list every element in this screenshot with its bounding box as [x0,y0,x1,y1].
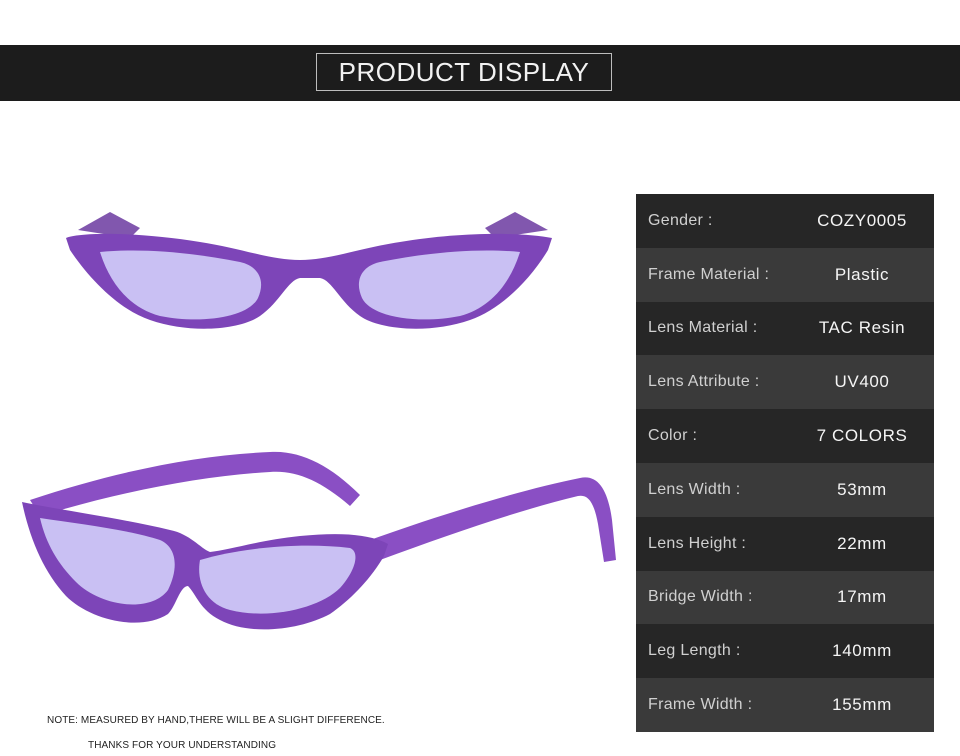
spec-row-color: Color : 7 COLORS [636,409,934,463]
spec-row-frame-width: Frame Width : 155mm [636,678,934,732]
spec-value: 155mm [832,695,892,715]
spec-row-gender: Gender : COZY0005 [636,194,934,248]
spec-label: Lens Width : [648,480,741,498]
measurement-note: NOTE: MEASURED BY HAND,THERE WILL BE A S… [47,715,385,726]
sunglasses-front-view [66,212,552,329]
spec-row-frame-material: Frame Material : Plastic [636,247,934,302]
spec-label: Lens Material : [648,319,758,337]
banner-title-box: PRODUCT DISPLAY [316,53,612,91]
spec-label: Color : [648,427,698,445]
spec-row-bridge-width: Bridge Width : 17mm [636,570,934,625]
spec-label: Leg Length : [648,642,741,660]
spec-value: TAC Resin [818,318,906,338]
spec-row-lens-height: Lens Height : 22mm [636,516,934,571]
spec-label: Lens Attribute : [648,373,760,391]
spec-value: UV400 [834,372,890,392]
spec-value: COZY0005 [817,210,907,230]
spec-label: Frame Width : [648,696,753,714]
spec-table: Gender : COZY0005 Frame Material : Plast… [636,194,934,732]
spec-row-lens-width: Lens Width : 53mm [636,462,934,517]
spec-value: 53mm [837,479,887,499]
spec-label: Gender : [648,211,713,229]
spec-label: Frame Material : [648,265,770,283]
header-banner: PRODUCT DISPLAY [0,45,960,101]
banner-title: PRODUCT DISPLAY [338,56,590,87]
spec-value: 140mm [832,641,892,661]
thanks-note: THANKS FOR YOUR UNDERSTANDING [88,740,277,751]
spec-label: Bridge Width : [648,588,753,606]
product-image [22,212,616,630]
spec-value: 17mm [837,587,887,607]
spec-value: 7 COLORS [816,426,908,446]
spec-value: Plastic [834,264,890,284]
spec-row-lens-material: Lens Material : TAC Resin [636,301,934,356]
spec-label: Lens Height : [648,534,747,552]
spec-row-leg-length: Leg Length : 140mm [636,624,934,679]
sunglasses-side-view [22,451,616,630]
spec-value: 22mm [837,533,887,553]
spec-row-lens-attribute: Lens Attribute : UV400 [636,355,934,410]
